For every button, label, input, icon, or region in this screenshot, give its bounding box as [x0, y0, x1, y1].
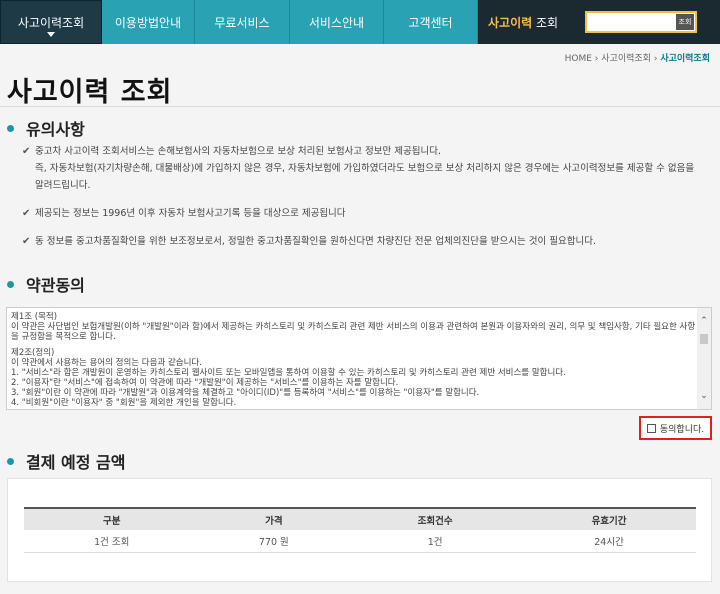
agree-label: 동의합니다.: [659, 424, 705, 435]
breadcrumb: HOME › 사고이력조회 › 사고이력조회: [564, 54, 710, 64]
search-button[interactable]: 조회: [676, 14, 694, 30]
table-header-row: 구분 가격 조회건수 유효기간: [24, 507, 696, 530]
payment-table: 구분 가격 조회건수 유효기간 1건 조회 770 원 1건 24시간: [24, 507, 696, 553]
page-title: 사고이력 조회: [7, 77, 173, 108]
quick-search-panel: 사고이력 조회 조회: [478, 0, 720, 44]
quick-search-title: 사고이력 조회: [488, 16, 559, 30]
scrollbar[interactable]: ⌃ ⌄: [697, 308, 711, 409]
terms-section-title: 약관동의: [7, 272, 85, 296]
nav-item-label: 사고이력조회: [17, 15, 85, 30]
bullet-icon: [7, 124, 14, 132]
nav-item-label: 서비스안내: [308, 15, 365, 30]
check-icon: ✔: [22, 208, 31, 219]
nav-item-accident-history[interactable]: 사고이력조회: [0, 0, 102, 44]
divider: [0, 106, 720, 107]
search-input[interactable]: 조회: [585, 11, 697, 33]
notice-item: ✔ 제공되는 정보는 1996년 이후 자동차 보험사고기록 등을 대상으로 제…: [22, 205, 702, 222]
scrollbar-thumb[interactable]: [700, 334, 708, 344]
breadcrumb-parent[interactable]: 사고이력조회: [601, 54, 651, 64]
scroll-up-icon[interactable]: ⌃: [697, 316, 711, 328]
table-cell: 770 원: [199, 530, 349, 553]
notice-section-title: 유의사항: [7, 116, 85, 140]
table-row: 1건 조회 770 원 1건 24시간: [24, 530, 696, 553]
column-header: 가격: [199, 507, 349, 530]
breadcrumb-current: 사고이력조회: [660, 54, 710, 64]
nav-item-customer-center[interactable]: 고객센터: [384, 0, 478, 44]
scroll-down-icon[interactable]: ⌄: [697, 391, 711, 403]
bullet-icon: [7, 457, 14, 465]
terms-paragraph: 제1조 (목적) 이 약관은 사단법인 보험개발원(이하 "개발원"이라 함)에…: [11, 312, 696, 342]
nav-item-usage-guide[interactable]: 이용방법안내: [102, 0, 195, 44]
table-cell: 1건: [348, 530, 523, 553]
agree-checkbox[interactable]: 동의합니다.: [639, 416, 712, 440]
nav-item-label: 고객센터: [408, 15, 453, 30]
nav-item-free-service[interactable]: 무료서비스: [195, 0, 290, 44]
payment-panel: 구분 가격 조회건수 유효기간 1건 조회 770 원 1건 24시간: [7, 478, 712, 582]
nav-item-label: 무료서비스: [214, 15, 270, 30]
payment-section-title: 결제 예정 금액: [7, 449, 125, 473]
column-header: 조회건수: [348, 507, 523, 530]
breadcrumb-home[interactable]: HOME: [565, 54, 592, 64]
notice-item: ✔ 동 정보를 중고차품질확인을 위한 보조정보로서, 정밀한 중고차품질확인을…: [22, 233, 702, 250]
table-cell: 24시간: [522, 530, 696, 553]
terms-paragraph: 제2조(정의) 이 약관에서 사용하는 용어의 정의는 다음과 같습니다. 1.…: [11, 348, 566, 408]
terms-textbox[interactable]: 제1조 (목적) 이 약관은 사단법인 보험개발원(이하 "개발원"이라 함)에…: [6, 307, 712, 410]
check-icon: ✔: [22, 146, 31, 157]
caret-down-icon: [47, 32, 55, 37]
checkbox-icon[interactable]: [646, 423, 656, 433]
column-header: 유효기간: [522, 507, 696, 530]
notice-item: ✔ 중고차 사고이력 조회서비스는 손해보험사의 자동차보험으로 보상 처리된 …: [22, 143, 702, 194]
column-header: 구분: [24, 507, 200, 530]
table-cell: 1건 조회: [24, 530, 200, 553]
nav-item-service-info[interactable]: 서비스안내: [290, 0, 384, 44]
check-icon: ✔: [22, 236, 31, 247]
bullet-icon: [7, 280, 14, 288]
terms-content: 제1조 (목적) 이 약관은 사단법인 보험개발원(이하 "개발원"이라 함)에…: [11, 312, 697, 409]
nav-item-label: 이용방법안내: [114, 15, 182, 30]
